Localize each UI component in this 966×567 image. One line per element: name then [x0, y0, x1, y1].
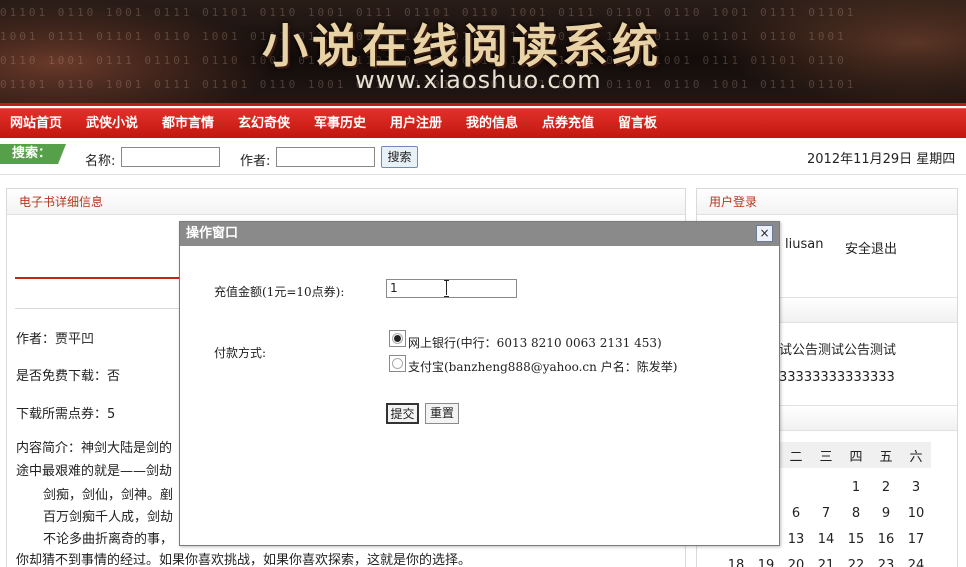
submit-button[interactable]: 提交	[386, 403, 419, 424]
calendar-day[interactable]: 17	[901, 532, 931, 547]
close-icon[interactable]: ×	[756, 225, 773, 242]
calendar-weekday: 六	[909, 450, 923, 465]
nav-item-military-history[interactable]: 军事历史	[314, 109, 366, 139]
book-intro-line: 途中最艰难的就是——剑劫	[16, 464, 173, 479]
notice-item[interactable]: 33333333333333	[779, 370, 895, 385]
search-button[interactable]: 搜索	[381, 146, 418, 168]
user-login-header: 用户登录	[697, 189, 957, 215]
site-url: www.xiaoshuo.com	[355, 66, 602, 94]
notice-item[interactable]: 试公告测试公告测试	[779, 339, 896, 358]
main-nav: 网站首页 武侠小说 都市言情 玄幻奇侠 军事历史 用户注册 我的信息 点券充值 …	[0, 108, 966, 138]
book-intro-line: 不论多曲折离奇的事，	[43, 532, 174, 547]
text-cursor-icon	[444, 280, 450, 297]
nav-item-fantasy[interactable]: 玄幻奇侠	[238, 109, 290, 139]
calendar-day[interactable]: 22	[841, 558, 871, 567]
calendar-day[interactable]: 23	[871, 558, 901, 567]
calendar-weekday: 三	[819, 450, 833, 465]
search-bar: 搜索： 名称: 作者: 搜索 2012年11月29日 星期四	[0, 139, 966, 175]
recharge-dialog: 操作窗口 × 充值金额(1元=10点券): 1 付款方式: 网上银行(中行：60…	[179, 221, 780, 546]
calendar-day[interactable]: 20	[781, 558, 811, 567]
book-intro-line: 你却猜不到事情的经过。如果你喜欢挑战，如果你喜欢探索，这就是你的选择。	[16, 553, 472, 567]
calendar-day[interactable]: 13	[781, 532, 811, 547]
logout-link[interactable]: 安全退出	[845, 238, 897, 257]
book-author: 作者：贾平凹	[16, 332, 95, 347]
nav-item-register[interactable]: 用户注册	[390, 109, 442, 139]
search-name-input[interactable]	[121, 147, 220, 167]
calendar-day[interactable]: 1	[841, 480, 871, 495]
calendar-day[interactable]: 19	[751, 558, 781, 567]
book-intro-line: 百万剑痴千人成，剑劫	[43, 510, 174, 525]
calendar-day[interactable]: 7	[811, 506, 841, 521]
payment-option-bank-label[interactable]: 网上银行(中行：6013 8210 0063 2131 453)	[408, 334, 662, 351]
calendar-day[interactable]: 9	[871, 506, 901, 521]
calendar-day[interactable]: 16	[871, 532, 901, 547]
payment-method-label: 付款方式:	[214, 346, 267, 360]
calendar-day[interactable]: 18	[721, 558, 751, 567]
calendar-weekday: 五	[879, 450, 893, 465]
calendar-day[interactable]: 14	[811, 532, 841, 547]
calendar-day[interactable]: 3	[901, 480, 931, 495]
dialog-title: 操作窗口	[180, 222, 779, 246]
calendar-day[interactable]: 8	[841, 506, 871, 521]
search-author-input[interactable]	[276, 147, 375, 167]
nav-item-home[interactable]: 网站首页	[10, 109, 62, 139]
book-intro-line: 剑痴，剑仙，剑神。剷	[43, 488, 174, 503]
calendar-day[interactable]: 24	[901, 558, 931, 567]
nav-item-wuxia[interactable]: 武侠小说	[86, 109, 138, 139]
calendar-day[interactable]: 10	[901, 506, 931, 521]
logged-in-username: liusan	[785, 237, 824, 252]
calendar-day[interactable]: 6	[781, 506, 811, 521]
site-banner: 01101 0110 1001 0111 01101 0110 1001 011…	[0, 0, 966, 106]
search-name-label: 名称:	[85, 154, 116, 169]
reset-button[interactable]: 重置	[425, 403, 459, 424]
calendar-weekday: 四	[849, 450, 863, 465]
recharge-amount-input[interactable]: 1	[386, 279, 517, 298]
nav-item-recharge[interactable]: 点券充值	[542, 109, 594, 139]
calendar-day[interactable]: 15	[841, 532, 871, 547]
calendar-day[interactable]: 21	[811, 558, 841, 567]
payment-option-alipay-radio[interactable]	[389, 355, 406, 372]
book-required-points: 下载所需点券：5	[16, 407, 116, 422]
book-detail-header: 电子书详细信息	[7, 189, 685, 215]
payment-option-bank-radio[interactable]	[389, 330, 406, 347]
payment-option-alipay-label[interactable]: 支付宝(banzheng888@yahoo.cn 户名：陈发举)	[408, 358, 677, 375]
nav-item-guestbook[interactable]: 留言板	[618, 109, 657, 139]
book-free-download: 是否免费下载：否	[16, 369, 121, 384]
nav-item-my-info[interactable]: 我的信息	[466, 109, 518, 139]
calendar-day[interactable]: 2	[871, 480, 901, 495]
book-intro-line: 内容简介：神剑大陆是剑的	[16, 441, 173, 456]
banner-divider	[0, 103, 966, 106]
recharge-amount-label: 充值金额(1元=10点券):	[214, 285, 345, 299]
search-author-label: 作者:	[240, 154, 271, 169]
nav-item-urban-romance[interactable]: 都市言情	[162, 109, 214, 139]
search-tag: 搜索：	[0, 144, 66, 164]
calendar-weekday: 二	[789, 450, 803, 465]
current-date: 2012年11月29日 星期四	[807, 152, 956, 167]
